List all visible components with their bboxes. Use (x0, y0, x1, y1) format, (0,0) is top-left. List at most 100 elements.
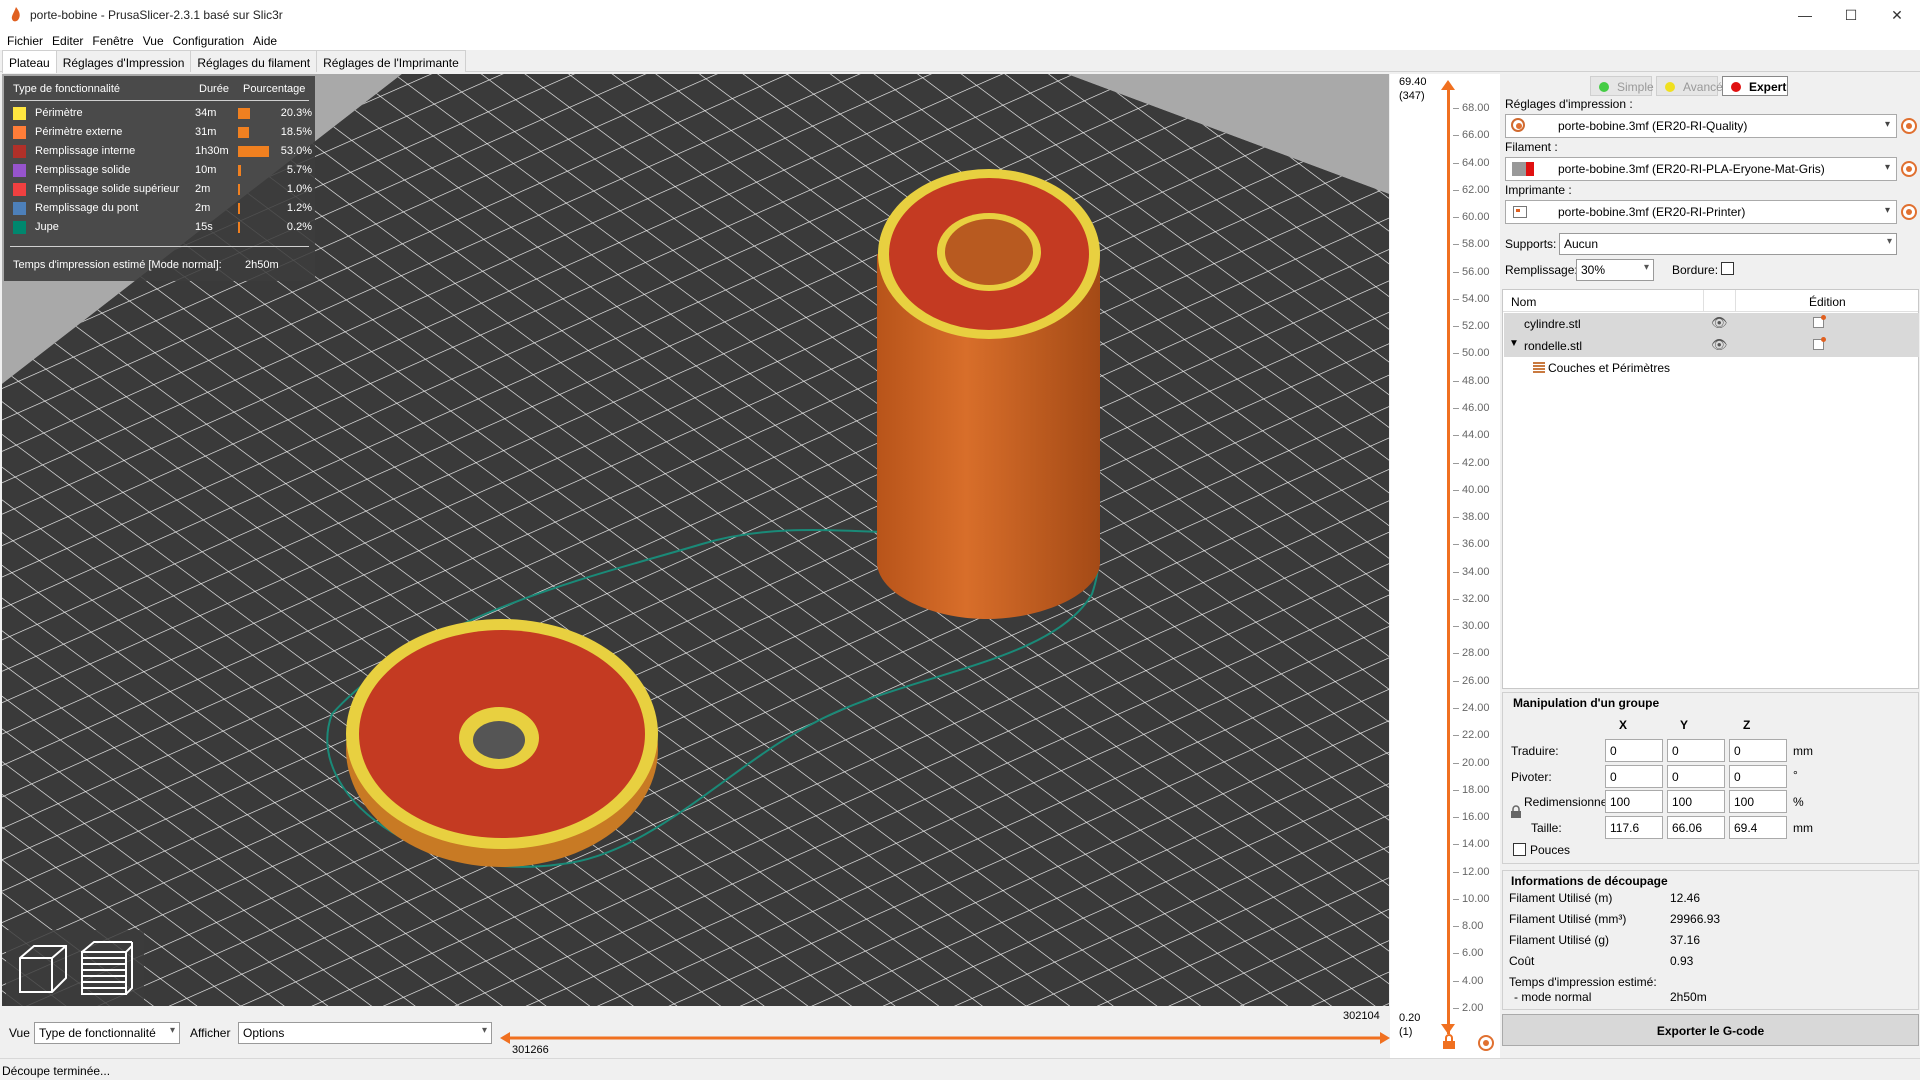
export-gcode-button[interactable]: Exporter le G-code (1502, 1014, 1919, 1046)
minimize-button[interactable]: — (1782, 0, 1828, 30)
col-name-header[interactable]: Nom (1511, 295, 1536, 309)
rotate-z-field[interactable]: 0 (1729, 765, 1787, 788)
vslider-tick-label: 28.00 (1462, 647, 1490, 660)
vslider-tick-mark (1453, 489, 1459, 491)
filament-combo[interactable]: porte-bobine.3mf (ER20-RI-PLA-Eryone-Mat… (1505, 157, 1897, 181)
mode-simple-button[interactable]: Simple (1590, 76, 1654, 96)
object-name: rondelle.stl (1524, 339, 1583, 353)
vslider-tick-mark (1453, 298, 1459, 300)
filament-red-swatch (1526, 162, 1534, 176)
tab-filament-settings[interactable]: Réglages du filament (190, 50, 318, 72)
translate-y-field[interactable]: 0 (1667, 739, 1725, 762)
print-settings-cog-icon[interactable] (1901, 118, 1917, 134)
legend-swatch (13, 202, 26, 215)
printer-cog-icon[interactable] (1901, 204, 1917, 220)
size-unit: mm (1793, 821, 1813, 835)
vslider-tick-label: 32.00 (1462, 592, 1490, 605)
scale-y-field[interactable]: 100 (1667, 790, 1725, 813)
lock-icon[interactable] (1442, 1034, 1456, 1050)
eye-icon[interactable]: 👁 (1711, 315, 1728, 331)
layers-icon (1533, 362, 1545, 373)
vslider-tick-mark (1453, 653, 1459, 655)
mode-expert-button[interactable]: Expert (1722, 76, 1788, 96)
scale-z-field[interactable]: 100 (1729, 790, 1787, 813)
filament-cog-icon[interactable] (1901, 161, 1917, 177)
afficher-select[interactable]: Options ▾ (238, 1022, 492, 1044)
edit-icon[interactable] (1813, 337, 1826, 350)
inches-checkbox[interactable] (1513, 843, 1526, 856)
object-list[interactable]: Nom Édition cylindre.stl 👁 ▼ rondelle.st… (1502, 289, 1919, 689)
col-edit-header[interactable]: Édition (1809, 295, 1846, 309)
translate-z-field[interactable]: 0 (1729, 739, 1787, 762)
print-settings-combo[interactable]: porte-bobine.3mf (ER20-RI-Quality) ▾ (1505, 114, 1897, 138)
object-row-cylindre[interactable]: cylindre.stl 👁 (1504, 313, 1919, 335)
horizontal-move-slider[interactable] (500, 1018, 1390, 1058)
size-y-field[interactable]: 66.06 (1667, 816, 1725, 839)
printer-label: Imprimante : (1505, 183, 1572, 197)
translate-unit: mm (1793, 744, 1813, 758)
size-z-field[interactable]: 69.4 (1729, 816, 1787, 839)
preview-layers-icon[interactable] (76, 938, 138, 998)
legend-feature-name: Remplissage solide supérieur (35, 183, 180, 195)
rotate-x-field[interactable]: 0 (1605, 765, 1663, 788)
vue-select[interactable]: Type de fonctionnalité ▾ (34, 1022, 180, 1044)
maximize-button[interactable]: ☐ (1828, 0, 1874, 30)
menu-aide[interactable]: Aide (250, 30, 283, 50)
tab-plateau[interactable]: Plateau (2, 50, 57, 73)
cylinder-hole (945, 219, 1033, 285)
eye-icon[interactable]: 👁 (1711, 337, 1728, 353)
scale-x-field[interactable]: 100 (1605, 790, 1663, 813)
mode-advanced-button[interactable]: Avancé (1656, 76, 1723, 96)
legend-header-time: Durée (199, 83, 229, 95)
vslider-bottom-thumb[interactable] (1441, 1024, 1455, 1034)
cog-icon[interactable] (1478, 1035, 1494, 1051)
printer-combo[interactable]: porte-bobine.3mf (ER20-RI-Printer) ▾ (1505, 200, 1897, 224)
vslider-tick-label: 64.00 (1462, 156, 1490, 169)
vslider-tick-label: 20.00 (1462, 756, 1490, 769)
menu-vue[interactable]: Vue (140, 30, 170, 50)
scale-unit: % (1793, 795, 1804, 809)
rotate-y-field[interactable]: 0 (1667, 765, 1725, 788)
tab-printer-settings[interactable]: Réglages de l'Imprimante (316, 50, 466, 72)
size-x-field[interactable]: 117.6 (1605, 816, 1663, 839)
vertical-layer-slider[interactable]: 69.40 (347) 68.00 66.00 64.00 62.00 60.00 58.… (1390, 74, 1500, 1058)
window-title: porte-bobine - PrusaSlicer-2.3.1 basé su… (30, 8, 283, 22)
translate-x-field[interactable]: 0 (1605, 739, 1663, 762)
vslider-tick-label: 30.00 (1462, 620, 1490, 633)
3d-view-icon[interactable] (12, 938, 72, 998)
chevron-down-icon[interactable]: ▼ (1509, 338, 1519, 349)
info-value: 0.93 (1670, 954, 1694, 968)
hslider-right-value: 302104 (1343, 1010, 1380, 1022)
chevron-down-icon: ▾ (481, 1025, 487, 1036)
menu-fichier[interactable]: Fichier (4, 30, 49, 50)
vslider-tick-label: 58.00 (1462, 238, 1490, 251)
close-button[interactable]: ✕ (1874, 0, 1920, 30)
vslider-tick-label: 50.00 (1462, 347, 1490, 360)
lock-icon[interactable] (1510, 805, 1522, 819)
edit-icon[interactable] (1813, 315, 1826, 328)
vslider-tick-label: 62.00 (1462, 183, 1490, 196)
chevron-down-icon: ▾ (169, 1025, 175, 1036)
infill-select[interactable]: 30% ▾ (1576, 259, 1654, 281)
vslider-tick-mark (1453, 844, 1459, 846)
vslider-tick-mark (1453, 271, 1459, 273)
brim-checkbox[interactable] (1721, 262, 1734, 275)
legend-feature-name: Remplissage du pont (35, 202, 139, 214)
menu-editer[interactable]: Editer (49, 30, 89, 50)
vslider-tick-mark (1453, 108, 1459, 109)
menu-fenetre[interactable]: Fenêtre (89, 30, 139, 50)
object-subrow-layers[interactable]: Couches et Périmètres (1504, 357, 1919, 379)
menu-configuration[interactable]: Configuration (170, 30, 250, 50)
object-row-rondelle[interactable]: ▼ rondelle.stl 👁 (1504, 335, 1919, 357)
chevron-down-icon: ▾ (1886, 236, 1892, 247)
vslider-tick-mark (1453, 135, 1459, 137)
vslider-track[interactable] (1447, 84, 1450, 1034)
rotate-unit: ° (1793, 768, 1798, 782)
tab-print-settings[interactable]: Réglages d'Impression (55, 50, 192, 72)
legend-feature-time: 15s (195, 221, 213, 233)
supports-select[interactable]: Aucun ▾ (1559, 233, 1897, 255)
legend-feature-percent: 53.0% (280, 145, 312, 157)
vslider-top-thumb[interactable] (1441, 80, 1455, 90)
vslider-tick-label: 36.00 (1462, 538, 1490, 551)
vslider-tick-mark (1453, 326, 1459, 328)
